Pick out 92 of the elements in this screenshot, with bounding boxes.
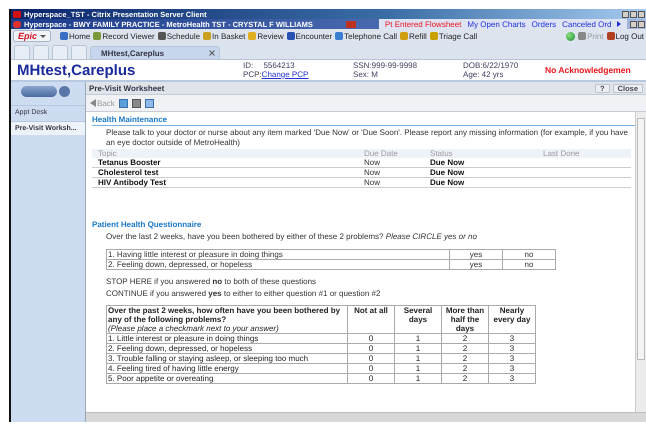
- toolbar-button[interactable]: Record Viewer: [93, 30, 155, 42]
- pcp-label: PCP:: [243, 70, 262, 79]
- table-cell: Now: [364, 158, 380, 167]
- column-header: Topic: [92, 149, 358, 158]
- toolbar-button[interactable]: Schedule: [158, 30, 200, 42]
- globe-icon[interactable]: [566, 32, 576, 40]
- instruction-text: CONTINUE if you answered yes to either to either question #1 or question #2: [106, 289, 382, 299]
- table-cell: 3. Trouble falling or staying asleep, or sleeping too much: [106, 354, 348, 364]
- table-cell: yes: [450, 260, 502, 270]
- table-cell: 0: [348, 354, 394, 364]
- question-text: Over the past 2 weeks, how often have you been bothered by any of the following problems?: [108, 306, 342, 324]
- table-cell: 2. Feeling down, depressed, or hopeless: [106, 260, 450, 270]
- table-cell: 3: [488, 374, 536, 384]
- table-cell: 1. Having little interest or pleasure in doing things: [106, 250, 450, 260]
- window-controls-icon[interactable]: [622, 10, 646, 18]
- toolbar-button[interactable]: Log Out: [606, 30, 644, 42]
- table-cell: 4. Feeling tired of having little energy: [106, 364, 348, 374]
- instructions-text: Please talk to your doctor or nurse about any item marked 'Due Now' or 'Due Soon'. Please report any missing information (for example, if you have an eye doctor outside of MetroHealth): [106, 128, 629, 148]
- column-header: Nearly every day: [488, 306, 536, 334]
- toolbar-button[interactable]: Triage Call: [430, 30, 478, 42]
- alert-text: No Acknowledgemen: [545, 65, 631, 75]
- instruction-text: STOP HERE if you answered no to both of these questions: [106, 277, 318, 287]
- refresh-icon[interactable]: [118, 98, 128, 108]
- table-cell: 1: [394, 374, 442, 384]
- table-cell: no: [502, 250, 556, 260]
- header-link[interactable]: Canceled Ord: [562, 20, 612, 28]
- table-cell: 0: [348, 364, 394, 374]
- activity-title: Pre-Visit Worksheet: [89, 84, 164, 92]
- table-cell: 0: [348, 344, 394, 354]
- patient-ssn: SSN:999-99-9998: [353, 61, 418, 70]
- instruction-text: (Please place a checkmark next to your answer): [108, 324, 280, 333]
- header-link[interactable]: My Open Charts: [467, 20, 526, 28]
- caret-icon: [40, 34, 46, 38]
- navigation-buttons[interactable]: [21, 85, 71, 97]
- column-header: Due Date: [358, 149, 424, 158]
- table-cell: 2: [442, 334, 488, 344]
- column-header: Several days: [394, 306, 442, 334]
- toolbar-button[interactable]: In Basket: [203, 30, 246, 42]
- toolbar-button[interactable]: Encounter: [286, 30, 332, 42]
- table-cell: 2: [442, 374, 488, 384]
- table-cell: no: [502, 260, 556, 270]
- change-pcp-link[interactable]: Change PCP: [262, 70, 308, 79]
- vertical-scrollbar[interactable]: [635, 112, 646, 412]
- epic-menu-button[interactable]: Epic: [13, 30, 52, 42]
- table-cell: Due Now: [430, 168, 464, 177]
- patient-sex: Sex: M: [353, 70, 379, 79]
- table-cell: 1: [394, 354, 442, 364]
- patient-tab[interactable]: MHtest,Careplus: [90, 46, 220, 59]
- patient-name: MHtest,Careplus: [16, 62, 136, 78]
- table-cell: 3: [488, 354, 536, 364]
- table-cell: Now: [364, 168, 380, 177]
- print-icon[interactable]: [132, 98, 141, 108]
- copy-icon[interactable]: [144, 98, 154, 108]
- section-title: Patient Health Questionnaire: [92, 220, 202, 230]
- table-cell: 3: [488, 334, 536, 344]
- patient-dob: DOB:6/22/1970: [463, 61, 520, 70]
- table-cell: 3: [488, 344, 536, 354]
- table-cell: 1. Little interest or pleasure in doing things: [106, 334, 348, 344]
- table-cell: HIV Antibody Test: [98, 178, 166, 187]
- table-cell: 5. Poor appetite or overeating: [106, 374, 348, 384]
- toolbar-button[interactable]: Review: [248, 30, 284, 42]
- table-cell: Due Now: [430, 178, 464, 187]
- toolbar-button[interactable]: Home: [60, 30, 90, 42]
- question-text: Over the last 2 weeks, have you been bothered by either of these 2 problems? Please CIRCLE yes or no: [106, 232, 478, 242]
- table-cell: 1: [394, 364, 442, 374]
- header-link[interactable]: Orders: [532, 20, 556, 28]
- table-cell: 2: [442, 344, 488, 354]
- column-header: Not at all: [348, 306, 394, 334]
- close-icon[interactable]: [209, 50, 215, 56]
- header-link[interactable]: Pt Entered Flowsheet: [384, 20, 462, 28]
- table-cell: Cholesterol test: [98, 168, 158, 177]
- horizontal-scrollbar[interactable]: [86, 412, 646, 422]
- table-cell: Tetanus Booster: [98, 158, 161, 167]
- table-cell: 2: [442, 354, 488, 364]
- table-cell: Due Now: [430, 158, 464, 167]
- column-header: Last Done: [537, 149, 631, 158]
- table-cell: 1: [394, 344, 442, 354]
- column-header: Status: [424, 149, 537, 158]
- table-cell: 3: [488, 364, 536, 374]
- table-cell: 1: [394, 334, 442, 344]
- toolbar-button[interactable]: Telephone Call: [335, 30, 398, 42]
- section-title: Health Maintenance: [92, 115, 635, 126]
- table-cell: Now: [364, 178, 380, 187]
- table-cell: yes: [450, 250, 502, 260]
- table-cell: 0: [348, 374, 394, 384]
- patient-id: ID: 5564213: [243, 61, 296, 70]
- patient-age: Age: 42 yrs: [463, 70, 504, 79]
- toolbar-button[interactable]: Refill: [400, 30, 427, 42]
- table-cell: 2: [442, 364, 488, 374]
- table-cell: 0: [348, 334, 394, 344]
- column-header: More than half the days: [442, 306, 488, 334]
- table-cell: 2. Feeling down, depressed, or hopeless: [106, 344, 348, 354]
